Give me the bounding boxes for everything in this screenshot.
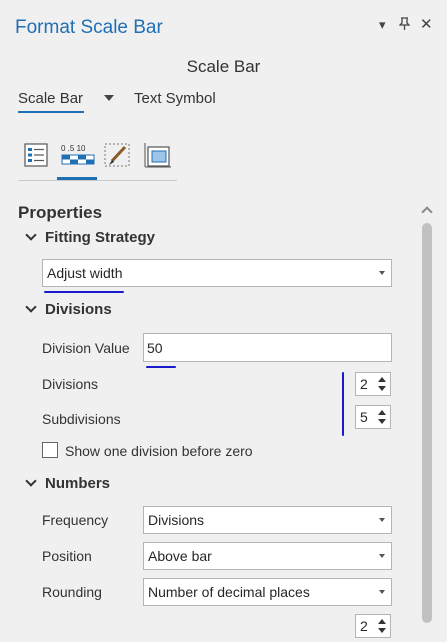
rounding-value: Number of decimal places [148,584,310,600]
options-icon[interactable] [22,141,50,169]
annotation-underline [44,291,124,293]
frequency-select[interactable]: Divisions [143,506,392,534]
rounding-label: Rounding [42,584,102,600]
annotation-underline [146,366,176,368]
spin-down-icon[interactable] [378,419,386,424]
fitting-strategy-select[interactable]: Adjust width [42,259,392,287]
decimal-places-spinner[interactable]: 2 [355,614,391,638]
decimal-places-value: 2 [360,618,368,634]
annotation-bracket [342,372,344,436]
numbers-header[interactable]: Numbers [25,475,110,492]
divisions-header-label: Divisions [45,301,112,318]
chevron-down-icon [25,229,37,241]
display-brush-icon[interactable] [103,141,131,169]
division-value-input[interactable]: 50 [143,333,392,362]
position-label: Position [42,548,92,564]
chevron-down-icon[interactable]: ▾ [379,17,386,33]
tab-text-symbol[interactable]: Text Symbol [134,90,216,107]
dropdown-arrow-icon [379,271,385,275]
frequency-label: Frequency [42,512,109,528]
spin-up-icon[interactable] [378,619,386,624]
subdivisions-value: 5 [360,409,368,425]
chevron-down-icon [25,475,37,487]
scrollbar-thumb[interactable] [422,223,432,623]
show-division-before-zero-label[interactable]: Show one division before zero [65,443,253,459]
subdivisions-spinner[interactable]: 5 [355,405,391,429]
divisions-spinner[interactable]: 2 [355,372,391,396]
position-select[interactable]: Above bar [143,542,392,570]
fitting-strategy-header[interactable]: Fitting Strategy [25,229,155,246]
numbers-header-label: Numbers [45,475,111,492]
divisions-value: 2 [360,376,368,392]
fitting-strategy-label: Fitting Strategy [45,229,156,246]
division-value-label: Division Value [42,340,130,356]
rounding-select[interactable]: Number of decimal places [143,578,392,606]
divider [18,180,177,181]
dropdown-arrow-icon [379,554,385,558]
dropdown-arrow-icon [379,518,385,522]
show-division-before-zero-checkbox[interactable] [42,442,58,458]
spin-up-icon[interactable] [378,377,386,382]
pane-title: Format Scale Bar [15,17,163,38]
scale-bar-properties-icon[interactable]: 0 .5 10 [61,141,95,169]
tab-dropdown-icon[interactable] [104,95,114,101]
divisions-label: Divisions [42,376,99,392]
dropdown-arrow-icon [379,590,385,594]
spin-down-icon[interactable] [378,628,386,633]
fitting-strategy-value: Adjust width [47,265,123,281]
section-title: Properties [18,203,103,222]
close-icon[interactable]: ✕ [420,15,433,33]
spin-up-icon[interactable] [378,410,386,415]
frequency-value: Divisions [148,512,205,528]
placement-icon[interactable] [143,141,171,169]
subdivisions-label: Subdivisions [42,411,121,427]
position-value: Above bar [148,548,212,564]
divisions-header[interactable]: Divisions [25,301,112,318]
tab-scale-bar[interactable]: Scale Bar [18,90,83,107]
spin-down-icon[interactable] [378,386,386,391]
svg-text:0 .5 10: 0 .5 10 [61,144,86,153]
vertical-scrollbar[interactable] [419,203,435,642]
active-tab-indicator [18,111,84,113]
scroll-up-icon[interactable] [421,206,433,218]
element-name: Scale Bar [186,57,261,76]
pin-icon[interactable] [398,17,411,33]
chevron-down-icon [25,301,37,313]
